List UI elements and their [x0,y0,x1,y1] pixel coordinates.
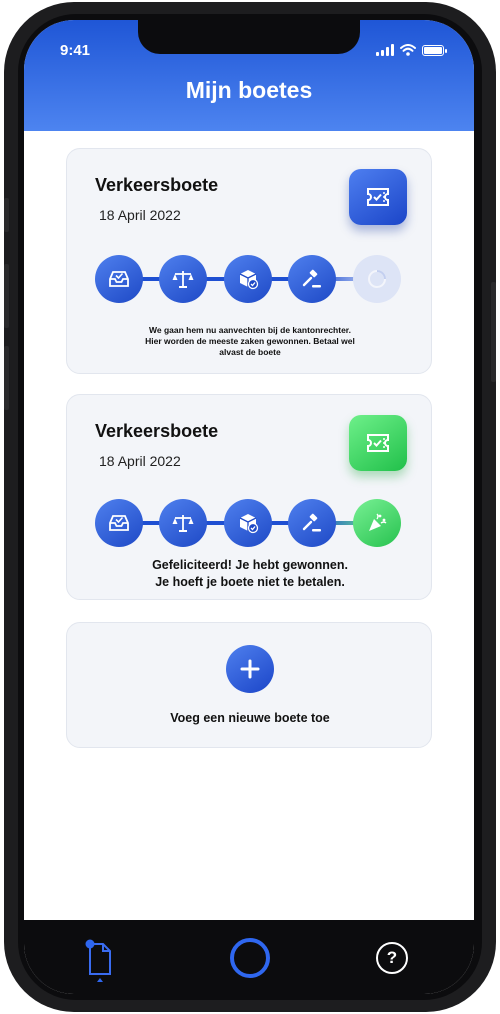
tab-bar: ? [24,920,474,994]
status-message-line: Hier worden de meeste zaken gewonnen. Be… [145,336,355,346]
add-fine-card[interactable]: Voeg een nieuwe boete toe [66,622,432,748]
app-screen: 9:41 Mijn boetes Verkeersboete 18 April … [24,20,474,994]
power-button [491,282,496,382]
add-fine-button[interactable] [226,645,274,693]
progress-track [119,521,315,525]
status-message: We gaan hem nu aanvechten bij de kantonr… [87,325,413,358]
inbox-icon [95,255,143,303]
loading-spinner-icon [353,255,401,303]
progress-track [119,277,315,281]
volume-down-button [4,346,9,410]
add-fine-label: Voeg een nieuwe boete toe [170,711,330,725]
gavel-icon [288,499,336,547]
status-message: Gefeliciteerd! Je hebt gewonnen. Je hoef… [87,557,413,591]
fine-date: 18 April 2022 [99,453,181,469]
fine-date: 18 April 2022 [99,207,181,223]
fine-title: Verkeersboete [95,421,219,441]
status-message-line: alvast de boete [219,347,281,357]
cellular-signal-icon [376,44,394,56]
plus-icon [240,659,260,679]
fine-card[interactable]: Verkeersboete 18 April 2022 [66,148,432,374]
battery-icon [422,45,447,56]
fine-card[interactable]: Verkeersboete 18 April 2022 [66,394,432,600]
mute-switch [4,198,9,232]
status-message-line: Gefeliciteerd! Je hebt gewonnen. [152,558,348,572]
status-message-line: Je hoeft je boete niet te betalen. [155,575,345,589]
status-time: 9:41 [60,42,91,59]
ticket-icon [349,169,407,225]
notch [138,20,360,54]
document-icon [85,939,111,982]
ticket-icon [349,415,407,471]
package-icon [224,255,272,303]
fine-title: Verkeersboete [95,175,219,195]
progress-steps [95,499,401,547]
scales-icon [159,499,207,547]
inbox-icon [95,499,143,547]
scales-icon [159,255,207,303]
wifi-icon [400,44,416,56]
progress-steps [95,255,401,303]
party-popper-icon [353,499,401,547]
tab-home[interactable] [230,938,270,978]
volume-up-button [4,264,9,328]
status-icons [376,44,447,56]
tab-fines[interactable] [82,938,116,982]
status-message-line: We gaan hem nu aanvechten bij de kantonr… [148,325,351,335]
page-title: Mijn boetes [185,77,313,103]
app-header: 9:41 Mijn boetes [24,20,474,131]
gavel-icon [288,255,336,303]
package-icon [224,499,272,547]
help-button[interactable]: ? [376,942,408,974]
